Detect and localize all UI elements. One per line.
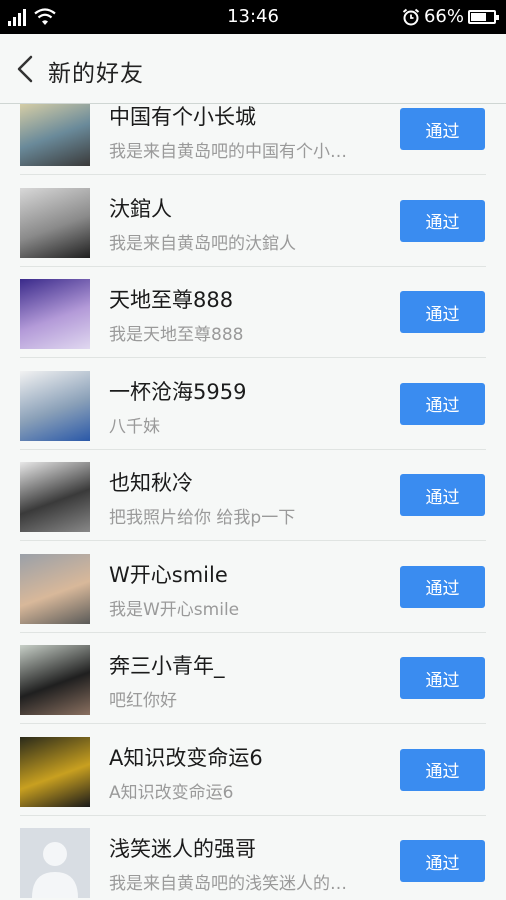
page-title: 新的好友 xyxy=(48,61,144,87)
group-photo-avatar[interactable] xyxy=(20,736,90,807)
purple-anime-avatar[interactable] xyxy=(20,279,90,349)
approve-button[interactable]: 通过 xyxy=(400,474,485,516)
request-name: 汏錧人 xyxy=(109,196,172,221)
list-item[interactable]: 也知秋冷把我照片给你 给我p一下 通过 xyxy=(0,450,506,541)
request-name: 奔三小青年_ xyxy=(109,654,225,678)
request-name: 也知秋冷 xyxy=(109,471,193,495)
request-name: W开心smile xyxy=(109,562,228,587)
request-message: 吧红你好 xyxy=(109,691,177,711)
list-item[interactable]: W开心smile 我是W开心smile 通过 xyxy=(0,542,506,633)
approve-button[interactable]: 通过 xyxy=(400,657,485,699)
request-name: 浅笑迷人的强哥 xyxy=(109,837,256,861)
back-arrow-icon[interactable] xyxy=(14,54,36,84)
request-message: 八千妹 xyxy=(109,416,160,437)
approve-button[interactable]: 通过 xyxy=(400,108,485,150)
request-message: 我是来自黄岛吧的中国有个小… xyxy=(109,142,347,162)
request-message: 我是天地至尊888 xyxy=(109,325,244,345)
list-item[interactable]: 天地至尊888 我是天地至尊888 通过 xyxy=(0,267,506,358)
request-name: A知识改变命运6 xyxy=(109,745,263,770)
moon-vase-avatar[interactable] xyxy=(20,370,90,441)
battery-fill xyxy=(471,12,486,21)
list-item[interactable]: 浅笑迷人的强哥我是来自黄岛吧的浅笑迷人的… 通过 xyxy=(0,816,506,900)
approve-button[interactable]: 通过 xyxy=(400,291,485,333)
list-item[interactable]: 汏錧人我是来自黄岛吧的汏錧人 通过 xyxy=(0,176,506,267)
approve-button[interactable]: 通过 xyxy=(400,748,485,791)
approve-button[interactable]: 通过 xyxy=(400,199,485,242)
request-message: 我是W开心smile xyxy=(109,599,240,620)
approve-button[interactable]: 通过 xyxy=(400,840,485,882)
smiling-man-avatar[interactable] xyxy=(20,645,90,715)
approve-button[interactable]: 通过 xyxy=(400,565,485,608)
list-item[interactable]: 中国有个小长城我是来自黄岛吧的中国有个小… 通过 xyxy=(0,104,506,175)
request-message: 我是来自黄岛吧的浅笑迷人的… xyxy=(109,874,347,894)
app-header: 新的好友 xyxy=(0,34,506,104)
hand-beach-avatar[interactable] xyxy=(20,553,90,624)
request-message: 我是来自黄岛吧的汏錧人 xyxy=(109,233,296,254)
battery-percent: 66% xyxy=(423,6,464,27)
list-item[interactable]: 奔三小青年_ 吧红你好 通过 xyxy=(0,633,506,724)
man-portrait-avatar[interactable] xyxy=(20,187,90,258)
friend-request-list[interactable]: 中国有个小长城 我是来自黄岛吧的中国有个小… 通过 汏錧人 我是来自黄岛吧的汏錧人 通过天… xyxy=(0,104,506,900)
request-name: 中国有个小长城 xyxy=(109,105,256,129)
list-item[interactable]: 一杯沧海5959 八千妹 通过 xyxy=(0,359,506,450)
road-landscape-avatar[interactable] xyxy=(20,104,90,166)
alarm-icon xyxy=(402,8,420,25)
request-message: A知识改变命运6 xyxy=(109,782,234,803)
battery-icon xyxy=(468,9,499,24)
status-right: 66% xyxy=(402,6,499,27)
request-message: 把我照片给你 给我p一下 xyxy=(109,508,296,528)
request-name: 一杯沧海5959 xyxy=(109,379,247,404)
approve-button[interactable]: 通过 xyxy=(400,382,485,425)
status-bar: 13:46 66% xyxy=(0,0,506,34)
list-item[interactable]: A知识改变命运6 A知识改变命运6 通过 xyxy=(0,725,506,816)
photo-grid-avatar[interactable] xyxy=(20,462,90,532)
request-name: 天地至尊888 xyxy=(109,288,234,312)
default-user-avatar[interactable] xyxy=(20,828,90,898)
